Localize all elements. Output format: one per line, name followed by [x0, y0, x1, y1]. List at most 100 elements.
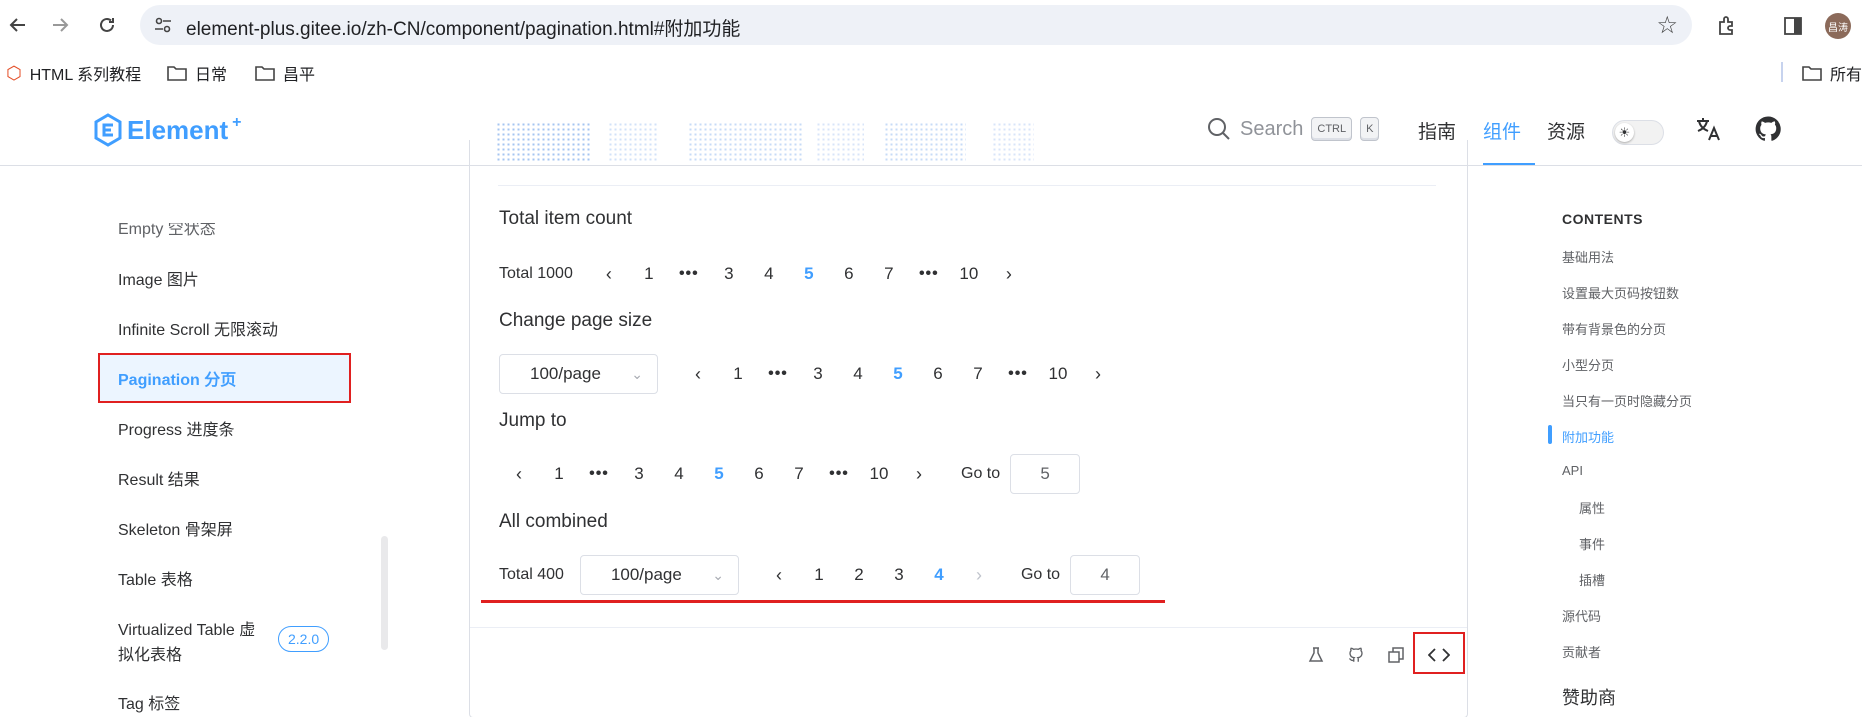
toc-item[interactable]: 贡献者 [1562, 642, 1601, 661]
toc-item[interactable]: 带有背景色的分页 [1562, 319, 1666, 338]
back-arrow-icon[interactable] [2, 9, 34, 41]
page-number[interactable]: 3 [619, 464, 659, 484]
page-number[interactable]: 7 [958, 364, 998, 384]
sidebar-item-virtualized-table[interactable]: Virtualized Table 虚 [118, 616, 255, 640]
page-ellipsis[interactable]: ••• [998, 365, 1038, 383]
page-number[interactable]: 1 [629, 264, 669, 284]
next-page-button[interactable]: › [959, 565, 999, 586]
page-ellipsis[interactable]: ••• [758, 365, 798, 383]
prev-page-button[interactable]: ‹ [678, 364, 718, 385]
nav-component[interactable]: 组件 [1483, 117, 1521, 144]
bookmark-folder-changping[interactable]: 昌平 [255, 61, 315, 85]
folder-icon [1802, 66, 1822, 81]
page-number[interactable]: 6 [739, 464, 779, 484]
sidebar-item-tag[interactable]: Tag 标签 [118, 690, 180, 714]
translate-icon[interactable] [1693, 114, 1723, 144]
sidebar-item-virtualized-table-line2[interactable]: 拟化表格 [118, 641, 182, 665]
toc-title: CONTENTS [1562, 211, 1643, 227]
toc-subitem[interactable]: 事件 [1579, 534, 1605, 553]
page-number[interactable]: 7 [869, 264, 909, 284]
playground-flask-icon[interactable] [1302, 641, 1330, 669]
github-icon[interactable] [1753, 114, 1783, 144]
address-bar[interactable]: element-plus.gitee.io/zh-CN/component/pa… [140, 5, 1692, 45]
sidebar-scrollbar[interactable] [381, 536, 388, 650]
copy-icon[interactable] [1382, 641, 1410, 669]
page-number-active[interactable]: 4 [919, 565, 959, 585]
next-page-button[interactable]: › [989, 264, 1029, 285]
sidebar-item-table[interactable]: Table 表格 [118, 566, 193, 590]
sidebar-item-skeleton[interactable]: Skeleton 骨架屏 [118, 516, 233, 540]
element-logo-icon [94, 113, 122, 147]
sidebar-item-result[interactable]: Result 结果 [118, 466, 200, 490]
next-page-button[interactable]: › [1078, 364, 1118, 385]
page-number-active[interactable]: 5 [699, 464, 739, 484]
toc-item[interactable]: 当只有一页时隐藏分页 [1562, 391, 1692, 410]
page-ellipsis[interactable]: ••• [669, 265, 709, 283]
toc-item[interactable]: 基础用法 [1562, 247, 1614, 266]
nav-active-underline [1483, 163, 1535, 165]
page-ellipsis[interactable]: ••• [819, 465, 859, 483]
page-size-select[interactable]: 100/page ⌄ [579, 555, 739, 595]
total-label: Total 400 [499, 566, 564, 583]
goto-input[interactable]: 5 [1010, 454, 1081, 494]
view-source-code-icon[interactable] [1425, 641, 1453, 669]
search-button[interactable]: Search CTRL K [1206, 116, 1380, 142]
page-number[interactable]: 10 [949, 264, 989, 284]
page-number-active[interactable]: 5 [878, 364, 918, 384]
goto-input[interactable]: 4 [1070, 555, 1141, 595]
bookmark-all-folder[interactable]: 所有 [1802, 61, 1862, 85]
reload-icon[interactable] [91, 9, 123, 41]
bookmark-html[interactable]: ⬡ HTML 系列教程 [6, 61, 141, 85]
page-number[interactable]: 3 [709, 264, 749, 284]
prev-page-button[interactable]: ‹ [499, 464, 539, 485]
page-number[interactable]: 1 [539, 464, 579, 484]
toc-item[interactable]: 设置最大页码按钮数 [1562, 283, 1679, 302]
prev-page-button[interactable]: ‹ [759, 565, 799, 586]
toc-subitem[interactable]: 属性 [1579, 498, 1605, 517]
page-number[interactable]: 7 [779, 464, 819, 484]
search-icon [1208, 118, 1230, 140]
side-panel-icon[interactable] [1779, 12, 1807, 40]
profile-avatar[interactable]: 昌涛 [1825, 13, 1851, 39]
page-ellipsis[interactable]: ••• [579, 465, 619, 483]
bookmark-folder-daily[interactable]: 日常 [167, 61, 227, 85]
sidebar-item-image[interactable]: Image 图片 [118, 266, 199, 290]
page-number[interactable]: 4 [838, 364, 878, 384]
page-number[interactable]: 3 [879, 565, 919, 585]
page-number[interactable]: 2 [839, 565, 879, 585]
page-size-select[interactable]: 100/page ⌄ [499, 354, 658, 394]
extensions-icon[interactable] [1713, 12, 1741, 40]
forward-arrow-icon[interactable] [44, 9, 76, 41]
toc-item-active[interactable]: 附加功能 [1562, 427, 1614, 446]
page-number[interactable]: 6 [918, 364, 958, 384]
page-ellipsis[interactable]: ••• [909, 265, 949, 283]
page-number[interactable]: 4 [659, 464, 699, 484]
bookmark-star-icon[interactable]: ☆ [1656, 11, 1678, 40]
sidebar-item-infinite-scroll[interactable]: Infinite Scroll 无限滚动 [118, 316, 278, 340]
toc-item[interactable]: 小型分页 [1562, 355, 1614, 374]
url-text[interactable]: element-plus.gitee.io/zh-CN/component/pa… [186, 14, 740, 41]
browser-toolbar: element-plus.gitee.io/zh-CN/component/pa… [0, 0, 1862, 49]
page-number-active[interactable]: 5 [789, 264, 829, 284]
prev-page-button[interactable]: ‹ [589, 264, 629, 285]
site-settings-icon[interactable] [152, 14, 174, 36]
page-number[interactable]: 10 [859, 464, 899, 484]
sidebar-item-pagination[interactable]: Pagination 分页 [118, 366, 236, 390]
page-number[interactable]: 6 [829, 264, 869, 284]
toc-item[interactable]: API [1562, 463, 1583, 478]
github-edit-icon[interactable] [1342, 641, 1370, 669]
element-logo[interactable]: Element + [93, 113, 242, 147]
theme-toggle[interactable]: ☀ [1612, 120, 1664, 145]
search-placeholder: Search [1240, 117, 1304, 140]
page-number[interactable]: 4 [749, 264, 789, 284]
page-number[interactable]: 1 [718, 364, 758, 384]
nav-resource[interactable]: 资源 [1547, 117, 1585, 144]
page-number[interactable]: 10 [1038, 364, 1078, 384]
next-page-button[interactable]: › [899, 464, 939, 485]
toc-subitem[interactable]: 插槽 [1579, 570, 1605, 589]
page-number[interactable]: 1 [799, 565, 839, 585]
section-title-total: Total item count [499, 208, 633, 229]
toc-item[interactable]: 源代码 [1562, 606, 1601, 625]
sidebar-item-progress[interactable]: Progress 进度条 [118, 416, 234, 440]
page-number[interactable]: 3 [798, 364, 838, 384]
